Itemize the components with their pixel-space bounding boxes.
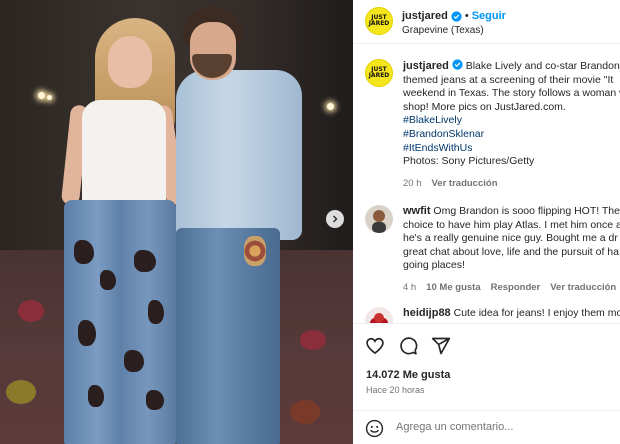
comments-section[interactable]: JUST JARED justjared Blake Lively and co-… xyxy=(353,45,620,323)
carpet-pattern xyxy=(6,380,36,404)
verified-badge-icon xyxy=(451,10,462,22)
woman-face xyxy=(108,36,152,88)
caption-body: justjared Blake Lively and co-star Brand… xyxy=(403,59,620,190)
caption-line: justjared Blake Lively and co-star Brand… xyxy=(403,59,620,74)
header-user-row: justjared • Seguir xyxy=(402,10,506,22)
post-header: JUST JARED justjared • Seguir Grapevine (… xyxy=(353,0,620,44)
post-photo[interactable] xyxy=(0,0,353,444)
account-username[interactable]: justjared xyxy=(402,10,448,22)
heart-icon[interactable] xyxy=(365,336,385,356)
post-details-panel: JUST JARED justjared • Seguir Grapevine (… xyxy=(353,0,620,444)
comment-text: Cute idea for jeans! I enjoy them mo xyxy=(453,307,620,319)
woman-cutout-jeans xyxy=(64,200,176,444)
comment-line: heidijp88 Cute idea for jeans! I enjoy t… xyxy=(403,307,620,321)
comment-icon[interactable] xyxy=(398,336,418,356)
jeans-cutout xyxy=(124,350,144,372)
account-logo: JUST JARED xyxy=(368,66,390,79)
comment-line: going places! xyxy=(403,259,465,272)
comment-likes[interactable]: 10 Me gusta xyxy=(426,281,480,295)
add-comment-bar xyxy=(353,410,620,444)
caption-username[interactable]: justjared xyxy=(403,60,449,72)
jeans-cutout xyxy=(134,250,156,272)
separator-dot: • xyxy=(464,10,469,22)
carpet-pattern xyxy=(300,330,326,350)
jeans-cutout xyxy=(146,390,164,410)
post-time[interactable]: Hace 20 horas xyxy=(366,385,425,395)
verified-badge-icon xyxy=(452,59,463,70)
account-logo: JUST JARED xyxy=(368,14,390,27)
comment-meta: 4 h 10 Me gusta Responder Ver traducción xyxy=(403,281,620,295)
jeans-cutout xyxy=(148,300,164,324)
likes-count[interactable]: 14.072 Me gusta xyxy=(366,369,450,381)
carpet-pattern xyxy=(290,400,320,424)
comment-body: heidijp88 Cute idea for jeans! I enjoy t… xyxy=(403,307,620,321)
hashtag-link[interactable]: #ItEndsWithUs xyxy=(403,142,620,156)
caption-line: weekend in Texas. The story follows a wo… xyxy=(403,87,620,100)
caption-avatar[interactable]: JUST JARED xyxy=(365,59,393,87)
commenter-avatar[interactable] xyxy=(365,307,393,323)
comment-input[interactable] xyxy=(396,421,606,433)
comment-line: choice to have him play Atlas. I met him… xyxy=(403,218,620,231)
chevron-right-icon xyxy=(333,215,338,223)
comment-line: wwfit Omg Brandon is sooo flipping HOT! … xyxy=(403,205,620,219)
photo-credit: Photos: Sony Pictures/Getty xyxy=(403,155,535,168)
reply-button[interactable]: Responder xyxy=(491,281,541,295)
action-icons xyxy=(365,336,451,356)
post-location[interactable]: Grapevine (Texas) xyxy=(402,25,484,36)
instagram-post-modal: JUST JARED justjared • Seguir Grapevine (… xyxy=(0,0,620,444)
comment-age[interactable]: 4 h xyxy=(403,281,416,295)
translate-link[interactable]: Ver traducción xyxy=(550,281,616,295)
caption-text: Blake Lively and co-star Brandon S xyxy=(465,60,620,72)
emoji-icon[interactable] xyxy=(365,419,384,438)
caption-meta: 20 h Ver traducción xyxy=(403,177,620,191)
carousel-next-button[interactable] xyxy=(326,210,344,228)
jeans-cutout xyxy=(78,320,96,346)
follow-button[interactable]: Seguir xyxy=(472,10,506,22)
caption-line: shop! More pics on JustJared.com. xyxy=(403,100,566,113)
comment-line: he's a really genuine nice guy. Bought m… xyxy=(403,232,618,245)
wall-light xyxy=(47,95,52,100)
avatar-photo xyxy=(365,205,393,233)
jeans-embroidered-patch xyxy=(244,236,266,266)
wall-light xyxy=(38,92,45,99)
jeans-cutout xyxy=(88,385,104,407)
carpet-pattern xyxy=(18,300,44,322)
commenter-avatar[interactable] xyxy=(365,205,393,233)
caption-age[interactable]: 20 h xyxy=(403,177,422,191)
comment-line: great chat about love, life and the purs… xyxy=(403,245,619,258)
woman-white-top xyxy=(82,100,166,210)
comment-text: Omg Brandon is sooo flipping HOT! The xyxy=(433,205,620,217)
post-actions: 14.072 Me gusta Hace 20 horas xyxy=(353,323,620,444)
avatar-photo xyxy=(365,307,393,323)
wall-light xyxy=(327,103,334,110)
commenter-username[interactable]: heidijp88 xyxy=(403,307,451,319)
hashtag-link[interactable]: #BlakeLively xyxy=(403,114,620,128)
hashtag-link[interactable]: #BrandonSklenar xyxy=(403,128,620,142)
account-avatar[interactable]: JUST JARED xyxy=(365,7,393,35)
caption-line: themed jeans at a screening of their mov… xyxy=(403,73,614,86)
commenter-username[interactable]: wwfit xyxy=(403,205,431,217)
translate-link[interactable]: Ver traducción xyxy=(432,177,498,191)
share-icon[interactable] xyxy=(431,336,451,356)
jeans-cutout xyxy=(74,240,94,264)
man-denim-shirt xyxy=(176,70,302,240)
jeans-cutout xyxy=(100,270,116,290)
comment-body: wwfit Omg Brandon is sooo flipping HOT! … xyxy=(403,205,620,295)
